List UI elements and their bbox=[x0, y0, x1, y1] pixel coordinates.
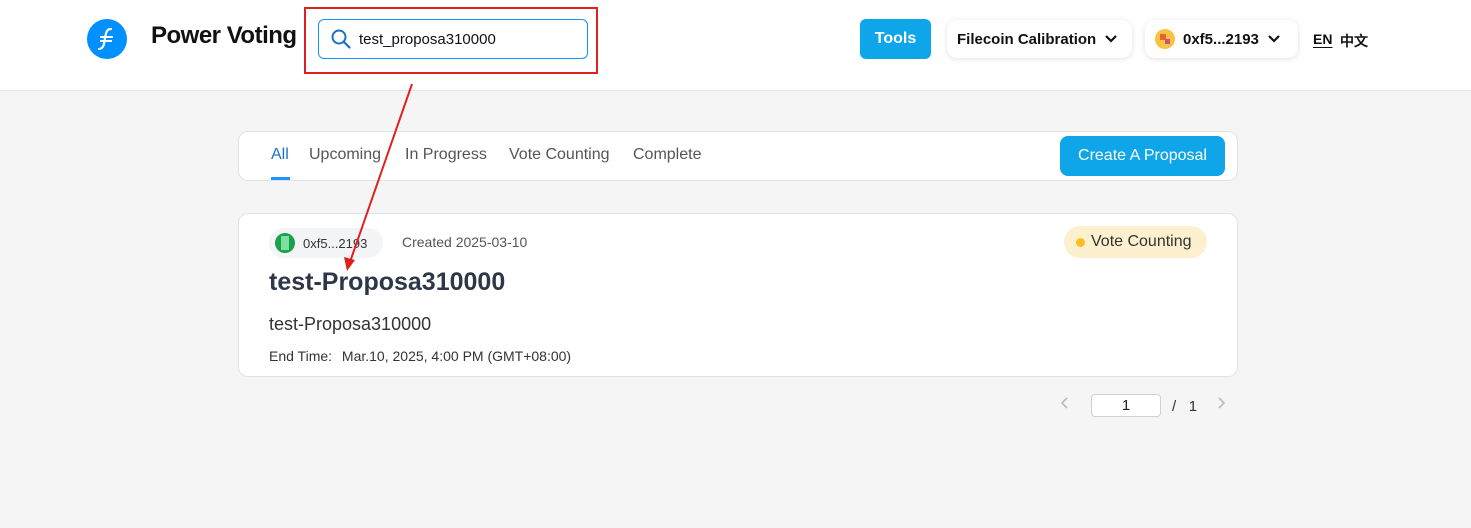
wallet-address: 0xf5...2193 bbox=[1183, 30, 1259, 48]
avatar bbox=[275, 233, 295, 253]
wallet-avatar bbox=[1155, 29, 1175, 49]
tools-button[interactable]: Tools bbox=[860, 19, 931, 59]
end-time: End Time: Mar.10, 2025, 4:00 PM (GMT+08:… bbox=[269, 348, 571, 364]
author-address: 0xf5...2193 bbox=[303, 235, 368, 251]
status-label: Vote Counting bbox=[1091, 233, 1192, 250]
top-header: Power Voting Tools Filecoin Calibration … bbox=[0, 0, 1471, 91]
status-dot-icon bbox=[1076, 237, 1085, 247]
chevron-right-icon[interactable] bbox=[1216, 396, 1230, 416]
proposal-description: test-Proposa310000 bbox=[269, 314, 432, 334]
page-number-input[interactable] bbox=[1091, 394, 1161, 417]
page-total: / 1 bbox=[1172, 398, 1197, 415]
status-badge: Vote Counting bbox=[1064, 226, 1207, 258]
tab-complete[interactable]: Complete bbox=[633, 146, 701, 164]
network-selector[interactable]: Filecoin Calibration bbox=[947, 20, 1132, 58]
network-label: Filecoin Calibration bbox=[957, 30, 1097, 48]
search-highlight-box bbox=[304, 7, 598, 74]
wallet-button[interactable]: 0xf5...2193 bbox=[1145, 20, 1298, 58]
proposal-title[interactable]: test-Proposa310000 bbox=[269, 268, 505, 297]
chevron-down-icon bbox=[1267, 34, 1281, 44]
author-badge[interactable]: 0xf5...2193 bbox=[269, 228, 383, 258]
chevron-down-icon bbox=[1104, 34, 1118, 44]
tab-in-progress[interactable]: In Progress bbox=[405, 146, 487, 164]
active-tab-indicator bbox=[271, 177, 290, 180]
proposal-card[interactable]: 0xf5...2193 Created 2025-03-10 Vote Coun… bbox=[238, 213, 1238, 377]
create-proposal-button[interactable]: Create A Proposal bbox=[1060, 136, 1225, 176]
page-separator: / bbox=[1172, 398, 1177, 415]
app-title[interactable]: Power Voting bbox=[151, 22, 297, 50]
filecoin-logo-icon[interactable] bbox=[87, 19, 127, 59]
lang-zh-link[interactable]: 中文 bbox=[1340, 31, 1368, 51]
end-time-label: End Time: bbox=[269, 348, 333, 364]
proposal-tabs-bar: All Upcoming In Progress Vote Counting C… bbox=[238, 131, 1238, 181]
chevron-left-icon[interactable] bbox=[1060, 396, 1074, 416]
page-total-count: 1 bbox=[1188, 398, 1198, 415]
end-time-value: Mar.10, 2025, 4:00 PM (GMT+08:00) bbox=[341, 348, 572, 364]
tab-vote-counting[interactable]: Vote Counting bbox=[509, 146, 610, 164]
tab-all[interactable]: All bbox=[271, 146, 289, 164]
lang-en-link[interactable]: EN bbox=[1313, 31, 1332, 47]
created-date: Created 2025-03-10 bbox=[402, 234, 528, 250]
tab-upcoming[interactable]: Upcoming bbox=[309, 146, 381, 164]
